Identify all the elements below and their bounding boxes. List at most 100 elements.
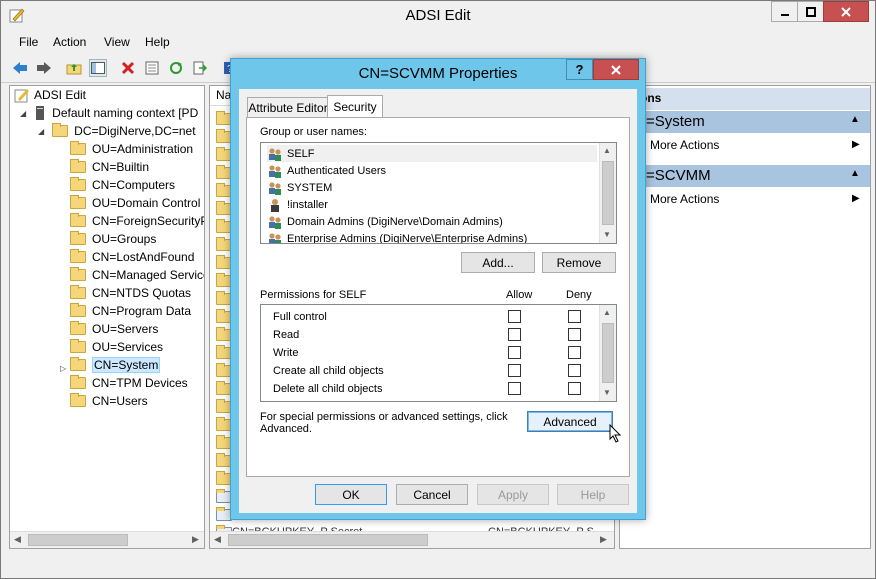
user-icon [271,198,279,212]
allow-checkbox[interactable] [508,346,521,359]
menu-file[interactable]: File [19,35,38,49]
scroll-left-icon[interactable]: ◀ [14,534,21,545]
tree-item[interactable]: OU=Servers [70,320,158,338]
collapse-up-icon[interactable]: ▲ [850,114,860,125]
scroll-thumb[interactable] [602,161,614,225]
tree-item[interactable]: CN=Users [70,392,148,410]
scroll-left-icon[interactable]: ◀ [214,534,221,545]
remove-button[interactable]: Remove [542,252,616,273]
deny-checkbox[interactable] [568,346,581,359]
deny-checkbox[interactable] [568,328,581,341]
scroll-thumb[interactable] [228,534,428,546]
user-list-scrollbar[interactable]: ▲ ▼ [599,143,616,243]
add-button[interactable]: Add... [461,252,535,273]
tree-item[interactable]: CN=LostAndFound [70,248,194,266]
more-actions-scvmm[interactable]: More Actions [650,192,719,206]
tree-item-label: CN=ForeignSecurityP [92,214,205,228]
scroll-down-icon[interactable]: ▼ [603,230,611,239]
forward-button[interactable] [35,59,53,77]
deny-checkbox[interactable] [568,310,581,323]
user-list-item[interactable]: SYSTEM [267,179,332,196]
tree-item[interactable]: OU=Administration [70,140,193,158]
tree-item[interactable]: CN=System [70,356,161,374]
collapse-up-icon[interactable]: ▲ [850,168,860,179]
advanced-button[interactable]: Advanced [527,411,613,432]
deny-checkbox[interactable] [568,364,581,377]
collapse-arrow-icon[interactable]: ◢ [38,127,44,136]
action-section-scvmm[interactable]: =SCVMM ▲ [620,165,870,187]
scroll-up-icon[interactable]: ▲ [603,308,611,317]
collapse-arrow-icon[interactable]: ◢ [20,109,26,118]
back-button[interactable] [11,59,29,77]
scroll-thumb[interactable] [602,323,614,383]
properties-button[interactable] [143,59,161,77]
up-one-level-button[interactable] [65,59,83,77]
user-list-item[interactable]: Enterprise Admins (DigiNerve\Enterprise … [267,230,527,243]
cancel-button[interactable]: Cancel [396,484,468,505]
console-tree-icon [91,62,105,74]
tree-item[interactable]: OU=Domain Control [70,194,200,212]
tab-attribute-editor[interactable]: Attribute Editor [247,97,329,118]
maximize-button[interactable] [797,1,824,22]
tree-item[interactable]: CN=Builtin [70,158,149,176]
user-list-item[interactable]: SELF [267,145,597,162]
allow-checkbox[interactable] [508,310,521,323]
minimize-button[interactable] [771,1,798,22]
folder-icon [70,267,86,281]
help-button[interactable]: Help [557,484,629,505]
user-list-item[interactable]: Domain Admins (DigiNerve\Domain Admins) [267,213,503,230]
tree-item[interactable]: CN=NTDS Quotas [70,284,191,302]
menu-action[interactable]: Action [53,35,86,49]
user-list-item[interactable]: !installer [267,196,328,213]
tree-item[interactable]: CN=Computers [70,176,175,194]
export-list-button[interactable] [191,59,209,77]
tree-naming-context[interactable]: ◢ Default naming context [PD [20,104,198,122]
delete-button[interactable] [119,59,137,77]
folder-icon [70,177,86,191]
ok-button[interactable]: OK [315,484,387,505]
folder-icon [70,393,86,407]
close-button[interactable] [823,1,869,22]
deny-checkbox[interactable] [568,382,581,395]
action-section-system[interactable]: =System ▲ [620,111,870,133]
delete-x-icon [121,61,135,75]
allow-checkbox[interactable] [508,382,521,395]
scroll-right-icon[interactable]: ▶ [600,534,607,545]
dialog-close-button[interactable] [593,59,639,80]
tree-item[interactable]: CN=TPM Devices [70,374,188,392]
tree-item[interactable]: OU=Services [70,338,163,356]
scroll-thumb[interactable] [28,534,128,546]
left-pane-horizontal-scrollbar[interactable]: ◀ ▶ [10,531,204,548]
folder-up-icon [66,64,82,75]
more-actions-system[interactable]: More Actions [650,138,719,152]
tree-item[interactable]: CN=Program Data [70,302,191,320]
menu-help[interactable]: Help [145,35,170,49]
tree-item[interactable]: CN=Managed Service [70,266,204,284]
apply-button[interactable]: Apply [477,484,549,505]
show-hide-console-tree-button[interactable] [89,59,107,77]
tree-item[interactable]: CN=ForeignSecurityP [70,212,205,230]
scroll-up-icon[interactable]: ▲ [603,146,611,155]
tree-item[interactable]: OU=Groups [70,230,156,248]
results-horizontal-scrollbar[interactable]: ◀ ▶ [210,531,614,548]
tree-domain[interactable]: ◢ DC=DigiNerve,DC=net [38,122,196,140]
refresh-button[interactable] [167,59,185,77]
allow-checkbox[interactable] [508,364,521,377]
tree-root[interactable]: ADSI Edit [14,86,86,104]
folder-icon [70,213,86,227]
user-list[interactable]: SELF Authenticated Users SYSTEM !installer D… [260,142,617,244]
properties-dialog: CN=SCVMM Properties ? Attribute Editor S… [230,58,646,520]
allow-checkbox[interactable] [508,328,521,341]
window-title: ADSI Edit [405,7,471,24]
scroll-down-icon[interactable]: ▼ [603,388,611,397]
tab-security[interactable]: Security [327,95,383,118]
user-list-item[interactable]: Authenticated Users [267,162,386,179]
user-name: Authenticated Users [287,164,387,177]
menu-view[interactable]: View [104,35,130,49]
expand-arrow-icon[interactable]: ▷ [60,364,66,373]
tree-item-label: OU=Groups [92,232,157,246]
scroll-right-icon[interactable]: ▶ [192,534,199,545]
dialog-help-button[interactable]: ? [566,59,593,80]
permissions-scrollbar[interactable]: ▲ ▼ [599,305,616,401]
tree-item-label: CN=LostAndFound [92,250,195,264]
